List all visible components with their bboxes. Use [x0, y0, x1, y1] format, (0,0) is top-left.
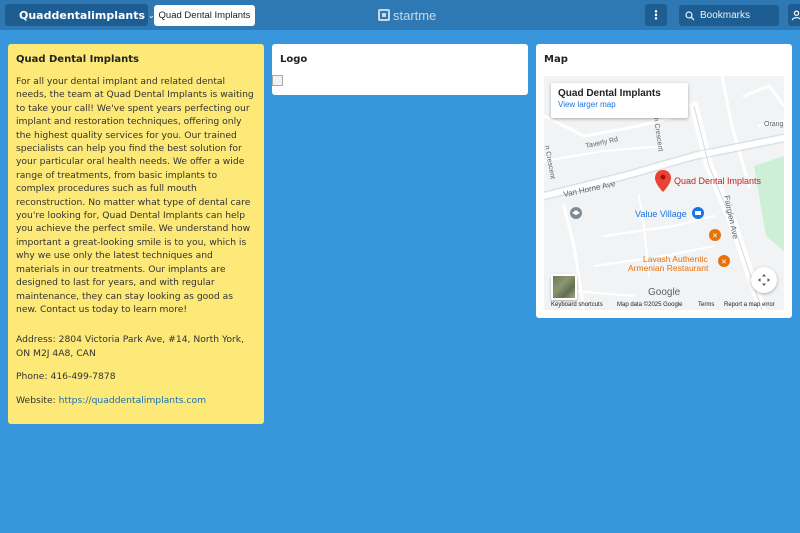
- top-bar: Quaddentalimplants ⌄ Quad Dental Implant…: [0, 0, 800, 30]
- search-label: Bookmarks: [700, 10, 751, 21]
- website-prefix: Website:: [16, 394, 59, 406]
- widget-title: Logo: [280, 54, 308, 65]
- logo-widget: Logo: [272, 44, 528, 95]
- svg-text:✕: ✕: [712, 232, 718, 240]
- business-description: For all your dental implant and related …: [16, 76, 254, 315]
- place-label: Quad Dental Implants: [674, 176, 762, 186]
- page-tab-active[interactable]: Quad Dental Implants: [154, 5, 255, 26]
- startme-logo[interactable]: startme: [378, 7, 436, 23]
- website-link[interactable]: https://quaddentalimplants.com: [59, 395, 206, 406]
- embedded-map[interactable]: Taverly Rd Van Horne Ave Fairglen Ave n …: [544, 76, 784, 310]
- startme-logo-icon: [378, 9, 390, 21]
- street-label: Orang: [764, 121, 784, 128]
- map-data-attribution: Map data ©2025 Google: [617, 302, 683, 308]
- street-label: Fairglen Ave: [722, 195, 740, 241]
- widget-title: Map: [544, 54, 568, 65]
- business-phone: Phone: 416-499-7878: [16, 371, 116, 383]
- map-place-card: Quad Dental Implants View larger map: [551, 83, 688, 118]
- business-address: Address: 2804 Victoria Park Ave, #14, No…: [16, 334, 245, 359]
- street-label: Taverly Rd: [585, 136, 619, 150]
- map-pan-button[interactable]: [751, 267, 777, 293]
- report-map-error-link[interactable]: Report a map error: [724, 302, 775, 308]
- poi-label: Armenian Restaurant: [628, 263, 709, 273]
- user-menu-label: Quaddentalimplants: [19, 8, 146, 22]
- move-arrows-icon: [758, 274, 770, 286]
- kebab-menu-icon: ⋮: [650, 8, 662, 22]
- satellite-toggle[interactable]: [551, 274, 577, 300]
- bookmarks-search-button[interactable]: Bookmarks: [679, 5, 779, 26]
- google-logo: Google: [648, 287, 681, 298]
- map-footer: Keyboard shortcuts Map data ©2025 Google…: [544, 300, 784, 310]
- street-label: n Crescent: [544, 145, 556, 180]
- account-button[interactable]: [788, 4, 800, 26]
- widget-title: Quad Dental Implants: [16, 54, 139, 65]
- person-icon: [791, 10, 800, 20]
- poi-label: Value Village: [635, 209, 687, 219]
- more-options-button[interactable]: ⋮: [645, 4, 667, 26]
- view-larger-map-link[interactable]: View larger map: [558, 100, 681, 109]
- svg-text:✕: ✕: [721, 258, 727, 266]
- location-pin-icon[interactable]: [655, 170, 671, 192]
- map-widget: Map Taverly Rd Van Horne Ave Fairglen Av…: [536, 44, 792, 318]
- brand-name: startme: [393, 7, 437, 23]
- user-menu-button[interactable]: Quaddentalimplants ⌄: [5, 4, 155, 26]
- business-website: Website: https://quaddentalimplants.com: [16, 394, 256, 407]
- broken-image-icon: [272, 75, 283, 86]
- terms-link[interactable]: Terms: [698, 302, 714, 308]
- keyboard-shortcuts-link[interactable]: Keyboard shortcuts: [551, 302, 603, 308]
- search-icon: [685, 10, 695, 20]
- map-card-title: Quad Dental Implants: [558, 88, 661, 99]
- info-widget: Quad Dental Implants For all your dental…: [8, 44, 264, 424]
